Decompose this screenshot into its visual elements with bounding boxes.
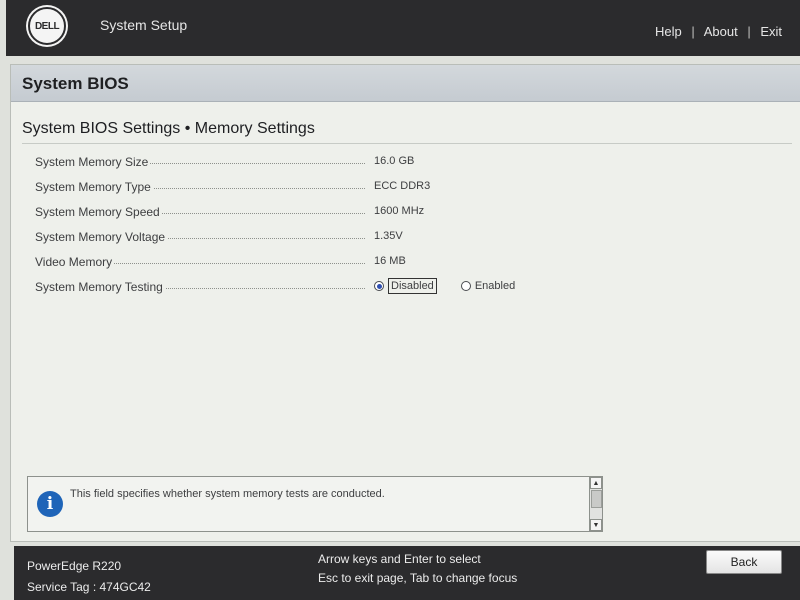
setting-label: Video Memory <box>35 255 115 269</box>
page-header: System BIOS <box>11 65 800 102</box>
setting-value: 1.35V <box>374 230 403 242</box>
setting-value: 16.0 GB <box>374 155 415 167</box>
scroll-down-arrow-icon[interactable]: ▼ <box>590 519 602 531</box>
section-divider <box>22 143 792 144</box>
key-hint-exit: Esc to exit page, Tab to change focus <box>318 571 518 585</box>
radio-button-unselected[interactable] <box>460 281 471 291</box>
radio-label-disabled[interactable]: Disabled <box>388 278 437 294</box>
back-button[interactable]: Back <box>706 550 782 574</box>
setting-row-memory-voltage[interactable]: System Memory Voltage 1.35V <box>11 228 800 248</box>
nav-separator: | <box>691 24 695 39</box>
radio-dot <box>376 283 382 289</box>
about-link[interactable]: About <box>704 24 738 39</box>
exit-link[interactable]: Exit <box>760 24 782 39</box>
dell-logo-text: DELL <box>28 7 66 45</box>
help-scrollbar[interactable]: ▲ ▼ <box>589 477 602 531</box>
setting-value: ECC DDR3 <box>374 180 431 192</box>
setting-row-memory-size[interactable]: System Memory Size 16.0 GB <box>11 153 800 173</box>
main-panel: System BIOS System BIOS Settings • Memor… <box>10 64 800 542</box>
page-title: System BIOS <box>22 74 129 93</box>
setting-row-memory-testing[interactable]: System Memory Testing Disabled Enabled <box>11 278 800 298</box>
scroll-up-arrow-icon[interactable]: ▲ <box>590 477 602 489</box>
radio-button-selected[interactable] <box>374 281 384 291</box>
section-title: System BIOS Settings • Memory Settings <box>22 120 315 137</box>
setting-row-video-memory[interactable]: Video Memory 16 MB <box>11 253 800 273</box>
memory-testing-radio-group: Disabled Enabled <box>374 278 539 294</box>
help-box: i This field specifies whether system me… <box>27 476 603 532</box>
setting-value: 1600 MHz <box>374 205 425 217</box>
system-model: PowerEdge R220 <box>27 559 122 573</box>
scroll-thumb[interactable] <box>591 490 602 508</box>
top-bar: DELL System Setup Help | About | Exit <box>6 0 800 56</box>
dell-logo: DELL <box>26 5 68 47</box>
info-icon: i <box>37 491 63 517</box>
setting-row-memory-speed[interactable]: System Memory Speed 1600 MHz <box>11 203 800 223</box>
nav-separator: | <box>747 24 751 39</box>
setting-label: System Memory Speed <box>35 205 162 219</box>
help-link[interactable]: Help <box>655 24 682 39</box>
setting-value: 16 MB <box>374 255 406 267</box>
footer-bar: PowerEdge R220 Service Tag : 474GC42 Arr… <box>14 546 800 600</box>
radio-disabled[interactable]: Disabled <box>374 278 437 294</box>
radio-enabled[interactable]: Enabled <box>460 280 515 292</box>
setting-label: System Memory Type <box>35 180 153 194</box>
top-nav: Help | About | Exit <box>655 24 782 39</box>
service-tag: Service Tag : 474GC42 <box>27 580 151 594</box>
radio-label-enabled[interactable]: Enabled <box>475 280 515 292</box>
help-text: This field specifies whether system memo… <box>70 488 385 500</box>
app-title: System Setup <box>100 17 188 33</box>
setting-label: System Memory Size <box>35 155 151 169</box>
setting-row-memory-type[interactable]: System Memory Type ECC DDR3 <box>11 178 800 198</box>
key-hint-select: Arrow keys and Enter to select <box>318 552 481 566</box>
bios-screen: DELL System Setup Help | About | Exit Sy… <box>0 0 800 600</box>
setting-label: System Memory Voltage <box>35 230 168 244</box>
setting-label: System Memory Testing <box>35 280 165 294</box>
